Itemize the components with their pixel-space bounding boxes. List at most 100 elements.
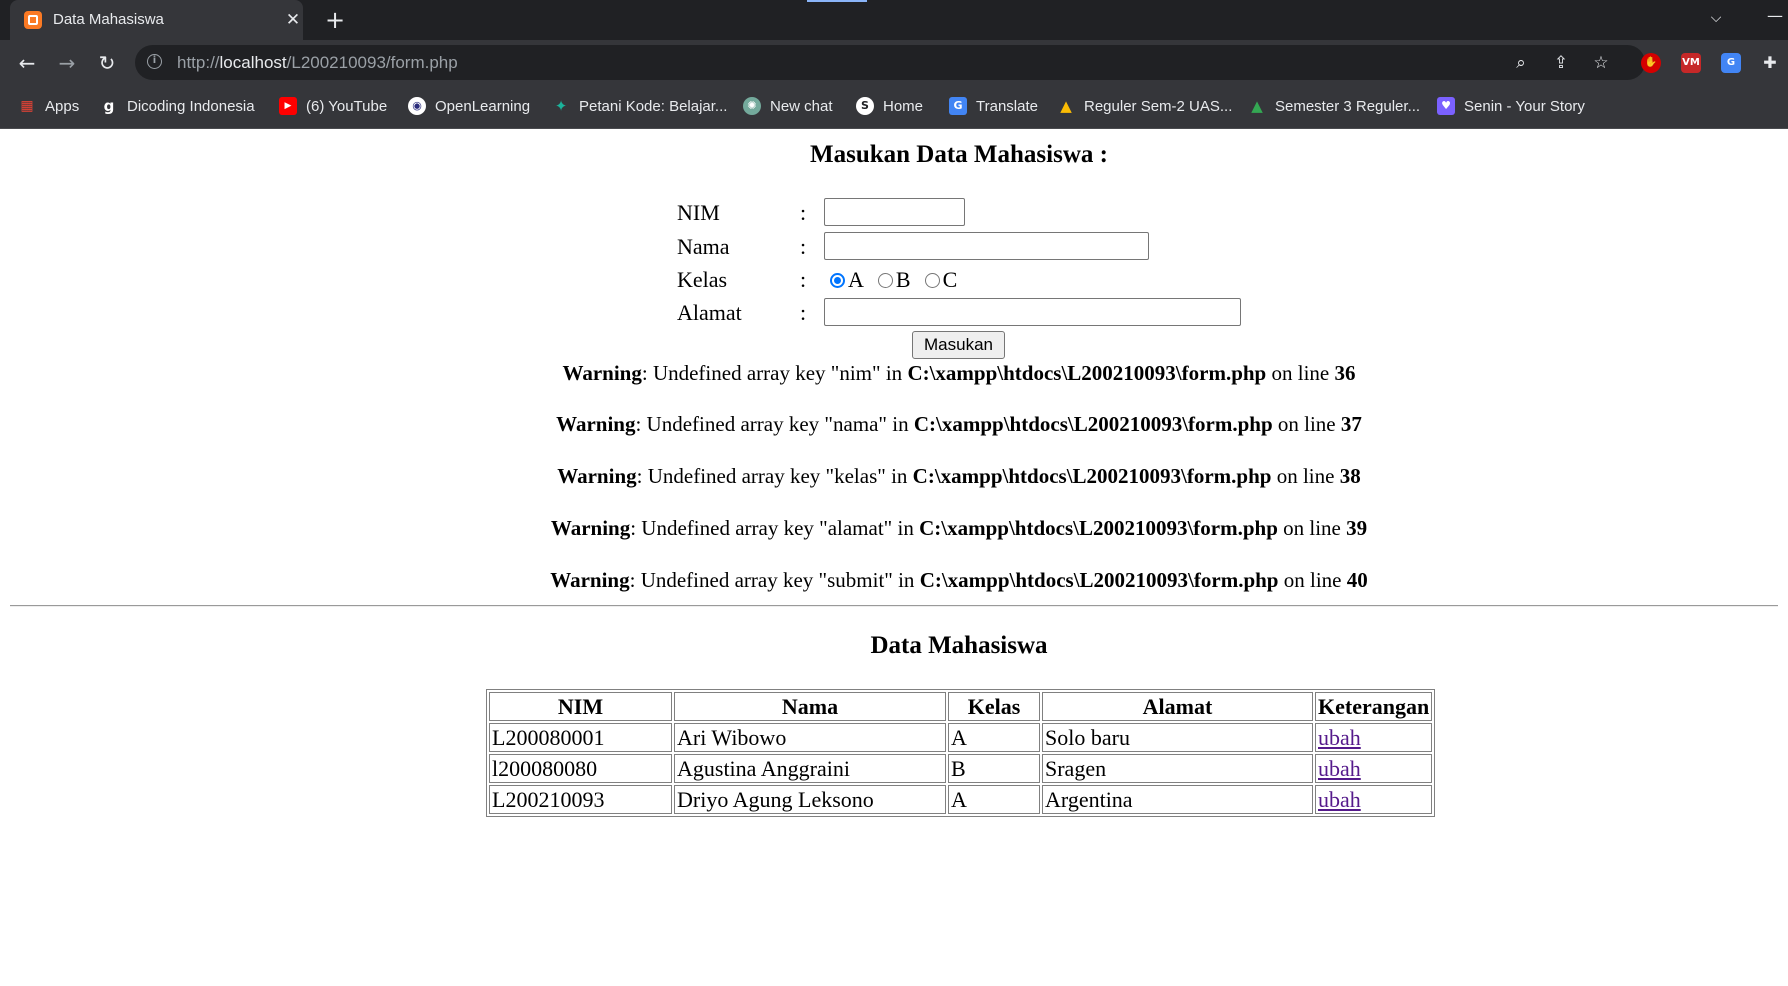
warning-prefix: Warning: [550, 516, 631, 540]
nama-input[interactable]: [824, 232, 1149, 260]
warning-line-number: 40: [1346, 568, 1368, 592]
tab-search-chevron-icon[interactable]: ⌵: [1705, 10, 1727, 30]
bookmark-openlearning[interactable]: ◉ OpenLearning: [408, 95, 530, 117]
data-mahasiswa-table: NIM Nama Kelas Alamat Keterangan L200080…: [486, 689, 1436, 817]
address-bar[interactable]: i http://localhost/L200210093/form.php ⌕…: [135, 45, 1645, 80]
cell-nim: l200080080: [489, 754, 672, 783]
back-arrow-icon[interactable]: ←: [12, 48, 42, 78]
bookmark-home[interactable]: S Home: [856, 95, 923, 117]
ubah-link[interactable]: ubah: [1318, 725, 1361, 750]
warning-line-number: 38: [1339, 464, 1361, 488]
tab-title: Data Mahasiswa: [53, 11, 164, 28]
colon: :: [800, 300, 807, 325]
new-tab-button[interactable]: +: [322, 8, 348, 34]
vm-extension-icon[interactable]: VM: [1681, 53, 1701, 73]
table-row: L200080001 Ari Wibowo A Solo baru ubah: [489, 723, 1433, 752]
column-header-alamat: Alamat: [1042, 692, 1313, 721]
ubah-link[interactable]: ubah: [1318, 787, 1361, 812]
kelas-option-label: A: [848, 267, 864, 292]
bookmark-label: Translate: [976, 97, 1038, 115]
bookmark-reguler-sem2[interactable]: ▲ Reguler Sem-2 UAS...: [1057, 95, 1232, 117]
browser-toolbar: ← → ↻ i http://localhost/L200210093/form…: [0, 40, 1788, 85]
warning-prefix: Warning: [557, 464, 637, 488]
nim-label: NIM: [677, 200, 720, 225]
tab-strip: Data Mahasiswa ✕ + ⌵ —: [0, 0, 1788, 40]
heart-icon: ♥: [1437, 97, 1455, 115]
tab-strip-highlight: [807, 0, 867, 2]
bookmarks-bar: ▦ Apps g Dicoding Indonesia ▶ (6) YouTub…: [0, 85, 1788, 129]
kelas-label: Kelas: [677, 267, 728, 292]
google-translate-extension-icon[interactable]: G: [1721, 53, 1741, 73]
php-warning: Warning: Undefined array key "alamat" in…: [0, 516, 1788, 541]
site-info-icon[interactable]: i: [147, 54, 162, 69]
nim-input[interactable]: [824, 198, 965, 226]
cell-alamat: Argentina: [1042, 785, 1313, 814]
bookmark-label: Home: [883, 97, 924, 115]
kelas-radio-a[interactable]: [830, 272, 845, 288]
warning-on-line: on line: [1272, 412, 1341, 436]
bookmark-translate[interactable]: G Translate: [949, 95, 1038, 117]
openlearning-icon: ◉: [408, 97, 426, 115]
url-text[interactable]: http://localhost/L200210093/form.php: [177, 53, 458, 73]
zoom-icon[interactable]: ⌕: [1509, 51, 1533, 75]
warning-line-number: 39: [1346, 516, 1368, 540]
php-warning: Warning: Undefined array key "nim" in C:…: [0, 361, 1788, 386]
reload-icon[interactable]: ↻: [92, 48, 122, 78]
colon: :: [800, 200, 807, 225]
warning-prefix: Warning: [562, 361, 642, 385]
bookmark-semester3[interactable]: ▲ Semester 3 Reguler...: [1248, 95, 1420, 117]
bookmark-dicoding[interactable]: g Dicoding Indonesia: [100, 95, 255, 117]
alamat-input[interactable]: [824, 298, 1241, 326]
google-drive-icon: ▲: [1251, 97, 1263, 115]
nama-label: Nama: [677, 234, 730, 259]
masukan-submit-button[interactable]: Masukan: [912, 331, 1005, 359]
warning-message: : Undefined array key "nama" in: [635, 412, 914, 436]
table-row: l200080080 Agustina Anggraini B Sragen u…: [489, 754, 1433, 783]
bookmark-senin[interactable]: ♥ Senin - Your Story: [1437, 95, 1585, 117]
cell-keterangan: ubah: [1315, 754, 1433, 783]
column-header-kelas: Kelas: [948, 692, 1040, 721]
warning-on-line: on line: [1271, 464, 1340, 488]
minimize-icon[interactable]: —: [1764, 6, 1786, 28]
horizontal-divider: [10, 605, 1778, 607]
cell-nama: Driyo Agung Leksono: [674, 785, 946, 814]
url-scheme: http://: [177, 53, 220, 72]
warning-on-line: on line: [1277, 516, 1347, 540]
table-heading: Data Mahasiswa: [870, 632, 1048, 659]
bookmark-petanikode[interactable]: ✦ Petani Kode: Belajar...: [552, 95, 728, 117]
ubah-link[interactable]: ubah: [1318, 756, 1361, 781]
kelas-radio-b[interactable]: [877, 272, 893, 288]
kelas-radio-c[interactable]: [924, 272, 940, 288]
table-row: L200210093 Driyo Agung Leksono A Argenti…: [489, 785, 1433, 814]
colon: :: [800, 234, 807, 259]
warning-file: C:\xampp\htdocs\L200210093\form.php: [907, 361, 1267, 385]
page-content: Masukan Data Mahasiswa : NIM : Nama : Ke…: [0, 129, 1788, 986]
bookmark-label: Dicoding Indonesia: [127, 97, 255, 115]
bookmark-youtube[interactable]: ▶ (6) YouTube: [279, 95, 387, 117]
google-translate-icon: G: [949, 97, 967, 115]
bookmark-apps[interactable]: ▦ Apps: [18, 95, 79, 117]
adblock-extension-icon[interactable]: ✋: [1641, 53, 1661, 73]
bookmark-new-chat[interactable]: ✺ New chat: [743, 95, 833, 117]
column-header-keterangan: Keterangan: [1315, 692, 1433, 721]
kelas-radio-group: A B C: [830, 267, 971, 293]
youtube-icon: ▶: [279, 97, 297, 115]
close-tab-icon[interactable]: ✕: [282, 9, 304, 31]
bookmark-star-icon[interactable]: ☆: [1589, 51, 1613, 75]
bookmark-label: New chat: [770, 97, 833, 115]
active-tab[interactable]: Data Mahasiswa ✕: [10, 0, 303, 40]
column-header-nama: Nama: [674, 692, 946, 721]
extensions-puzzle-icon[interactable]: ✚: [1760, 53, 1780, 73]
warning-file: C:\xampp\htdocs\L200210093\form.php: [912, 464, 1272, 488]
cell-alamat: Solo baru: [1042, 723, 1313, 752]
table-header-row: NIM Nama Kelas Alamat Keterangan: [489, 692, 1433, 721]
php-warning: Warning: Undefined array key "submit" in…: [0, 568, 1788, 593]
warning-on-line: on line: [1266, 361, 1335, 385]
share-icon[interactable]: ⇪: [1549, 51, 1573, 75]
php-warning: Warning: Undefined array key "nama" in C…: [0, 412, 1788, 437]
cell-kelas: A: [948, 723, 1040, 752]
bookmark-label: Petani Kode: Belajar...: [579, 97, 728, 115]
bookmark-label: Reguler Sem-2 UAS...: [1084, 97, 1233, 115]
forward-arrow-icon[interactable]: →: [52, 48, 82, 78]
cell-kelas: A: [948, 785, 1040, 814]
